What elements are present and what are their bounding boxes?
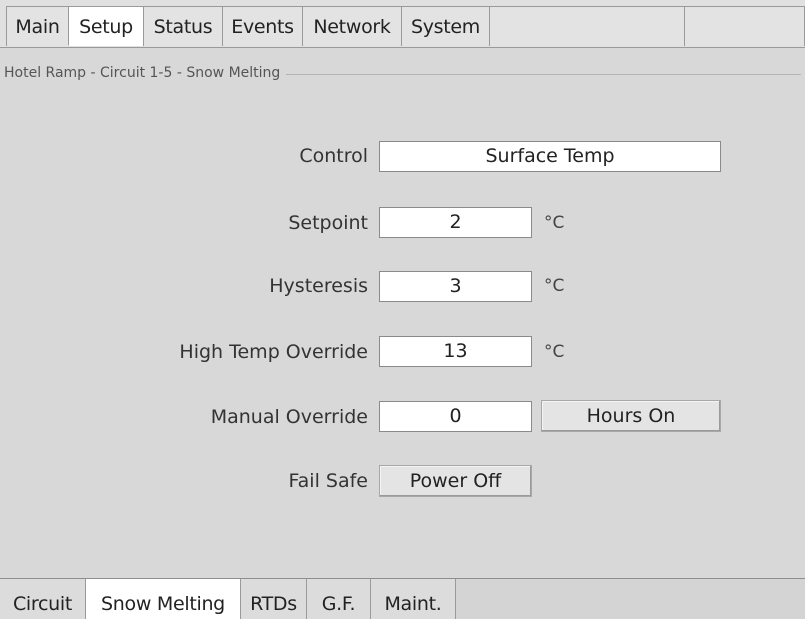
control-field[interactable]: Surface Temp	[379, 141, 721, 172]
tab-events[interactable]: Events	[222, 6, 302, 46]
hours-on-button[interactable]: Hours On	[541, 400, 721, 432]
high-temp-override-label: High Temp Override	[179, 341, 368, 363]
manual-override-label: Manual Override	[210, 406, 368, 428]
high-temp-override-unit: °C	[544, 342, 565, 362]
control-label: Control	[299, 145, 368, 167]
hysteresis-field[interactable]: 3	[379, 271, 532, 302]
tab-network[interactable]: Network	[302, 6, 401, 46]
bottom-tab-bar: Circuit Snow Melting RTDs G.F. Maint.	[0, 578, 805, 619]
high-temp-override-field[interactable]: 13	[379, 336, 532, 367]
tab-snow-melting[interactable]: Snow Melting	[86, 579, 241, 619]
controller-screen: Main Setup Status Events Network System …	[0, 0, 805, 619]
tab-status[interactable]: Status	[143, 6, 222, 46]
tab-empty-slot	[684, 6, 805, 46]
tab-setup[interactable]: Setup	[68, 6, 143, 46]
fail-safe-button[interactable]: Power Off	[379, 465, 532, 497]
setpoint-label: Setpoint	[288, 212, 368, 234]
tab-rtds[interactable]: RTDs	[241, 579, 307, 619]
tab-empty-slot	[489, 6, 684, 46]
top-tab-bar: Main Setup Status Events Network System	[0, 0, 805, 48]
manual-override-field[interactable]: 0	[379, 401, 532, 432]
tab-maint[interactable]: Maint.	[371, 579, 456, 619]
hysteresis-unit: °C	[544, 276, 565, 296]
group-title: Hotel Ramp - Circuit 1-5 - Snow Melting	[2, 62, 287, 84]
tab-main[interactable]: Main	[6, 6, 68, 46]
setpoint-unit: °C	[544, 213, 565, 233]
tab-circuit[interactable]: Circuit	[0, 579, 86, 619]
tab-gf[interactable]: G.F.	[307, 579, 371, 619]
hysteresis-label: Hysteresis	[269, 275, 368, 297]
tab-system[interactable]: System	[401, 6, 489, 46]
fail-safe-label: Fail Safe	[288, 470, 368, 492]
setpoint-field[interactable]: 2	[379, 207, 532, 238]
